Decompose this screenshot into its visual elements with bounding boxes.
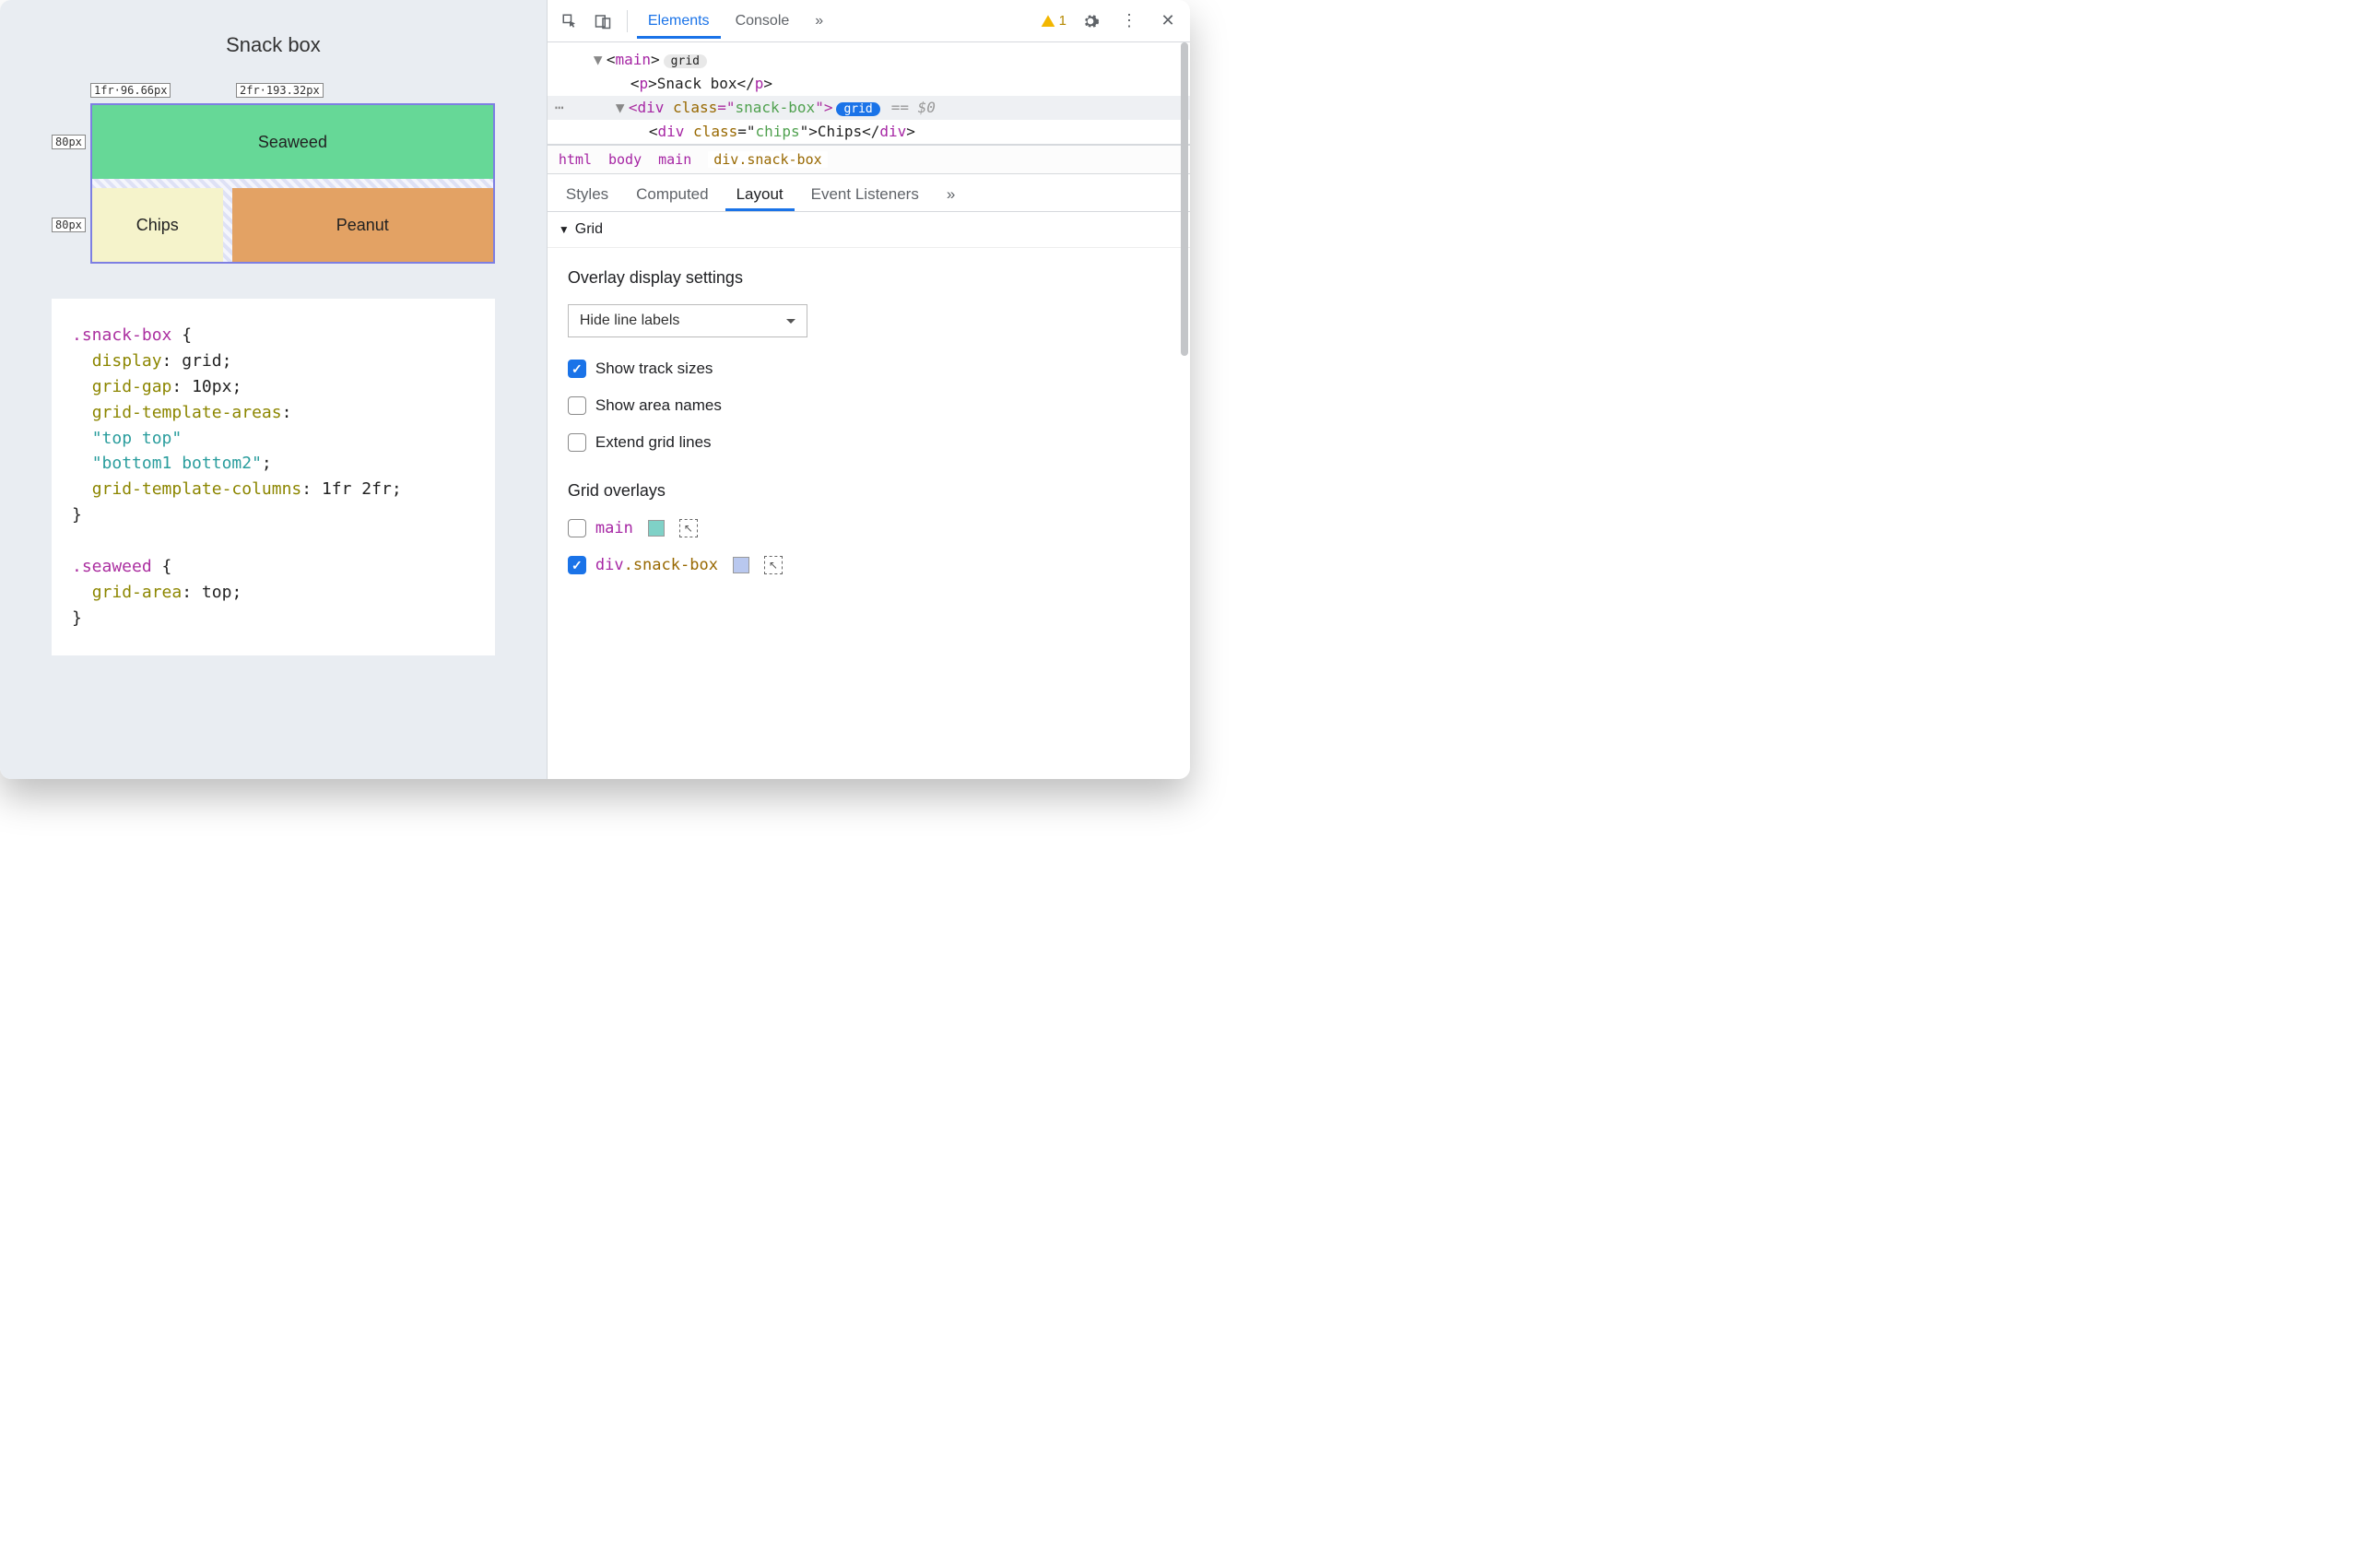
- cell-chips: Chips: [92, 188, 223, 262]
- dom-tree[interactable]: ▼<main>grid <p>Snack box</p> ⋯ ▼<div cla…: [548, 42, 1190, 145]
- checkbox-icon[interactable]: [568, 433, 586, 452]
- subtab-styles[interactable]: Styles: [555, 178, 619, 211]
- devtools-panel: Elements Console » 1 ⋮ ✕ ▼<main>grid: [548, 0, 1190, 779]
- col-label-2: 2fr·193.32px: [236, 83, 324, 98]
- subtab-eventlisteners[interactable]: Event Listeners: [800, 178, 930, 211]
- tab-more[interactable]: »: [804, 4, 834, 39]
- crumb-main[interactable]: main: [658, 151, 691, 168]
- checkbox-icon[interactable]: [568, 360, 586, 378]
- tab-console[interactable]: Console: [725, 4, 801, 39]
- inspect-icon[interactable]: [555, 6, 584, 36]
- color-swatch[interactable]: [648, 520, 665, 537]
- cell-peanut: Peanut: [232, 188, 493, 262]
- opt-track-sizes[interactable]: Show track sizes: [548, 350, 1190, 387]
- grid-overlay: 1fr·96.66px 2fr·193.32px 80px 80px Seawe…: [52, 83, 495, 264]
- line-labels-select[interactable]: Hide line labels: [568, 304, 807, 337]
- overlay-snackbox[interactable]: div.snack-box ↖: [548, 547, 1190, 584]
- color-swatch[interactable]: [733, 557, 749, 573]
- styles-subtabs: Styles Computed Layout Event Listeners »: [548, 174, 1190, 212]
- row-label-2: 80px: [52, 218, 86, 232]
- opt-extend-lines[interactable]: Extend grid lines: [548, 424, 1190, 461]
- devtools-window: Snack box 1fr·96.66px 2fr·193.32px 80px …: [0, 0, 1190, 779]
- device-toggle-icon[interactable]: [588, 6, 618, 36]
- snack-box-grid: Seaweed Chips Peanut: [90, 103, 495, 264]
- warning-badge[interactable]: 1: [1041, 13, 1066, 29]
- close-icon[interactable]: ✕: [1153, 6, 1183, 36]
- page-preview: Snack box 1fr·96.66px 2fr·193.32px 80px …: [0, 0, 548, 779]
- checkbox-icon[interactable]: [568, 556, 586, 574]
- row-label-1: 80px: [52, 135, 86, 149]
- grid-overlays-title: Grid overlays: [548, 461, 1190, 510]
- reveal-node-icon[interactable]: ↖: [764, 556, 783, 574]
- opt-area-names[interactable]: Show area names: [548, 387, 1190, 424]
- scrollbar[interactable]: [1179, 42, 1190, 779]
- toolbar-separator: [627, 10, 628, 32]
- layout-panel: ▼Grid Overlay display settings Hide line…: [548, 212, 1190, 779]
- preview-title: Snack box: [52, 33, 495, 57]
- kebab-icon[interactable]: ⋮: [1114, 6, 1144, 36]
- scrollbar-thumb[interactable]: [1181, 42, 1188, 356]
- devtools-toolbar: Elements Console » 1 ⋮ ✕: [548, 0, 1190, 42]
- tab-elements[interactable]: Elements: [637, 4, 721, 39]
- checkbox-icon[interactable]: [568, 396, 586, 415]
- section-grid[interactable]: ▼Grid: [548, 212, 1190, 248]
- subtab-layout[interactable]: Layout: [725, 178, 795, 211]
- css-snippet: .snack-box { display: grid; grid-gap: 10…: [52, 299, 495, 655]
- overlay-settings-title: Overlay display settings: [548, 248, 1190, 297]
- subtab-computed[interactable]: Computed: [625, 178, 719, 211]
- cell-seaweed: Seaweed: [92, 105, 493, 179]
- selected-node[interactable]: ⋯ ▼<div class="snack-box">grid== $0: [548, 96, 1190, 120]
- gear-icon[interactable]: [1076, 6, 1105, 36]
- overlay-main[interactable]: main ↖: [548, 510, 1190, 547]
- crumb-html[interactable]: html: [559, 151, 592, 168]
- crumb-body[interactable]: body: [608, 151, 642, 168]
- breadcrumb[interactable]: html body main div.snack-box: [548, 145, 1190, 174]
- checkbox-icon[interactable]: [568, 519, 586, 537]
- reveal-node-icon[interactable]: ↖: [679, 519, 698, 537]
- col-label-1: 1fr·96.66px: [90, 83, 171, 98]
- subtab-more[interactable]: »: [936, 178, 966, 211]
- crumb-current[interactable]: div.snack-box: [708, 151, 827, 168]
